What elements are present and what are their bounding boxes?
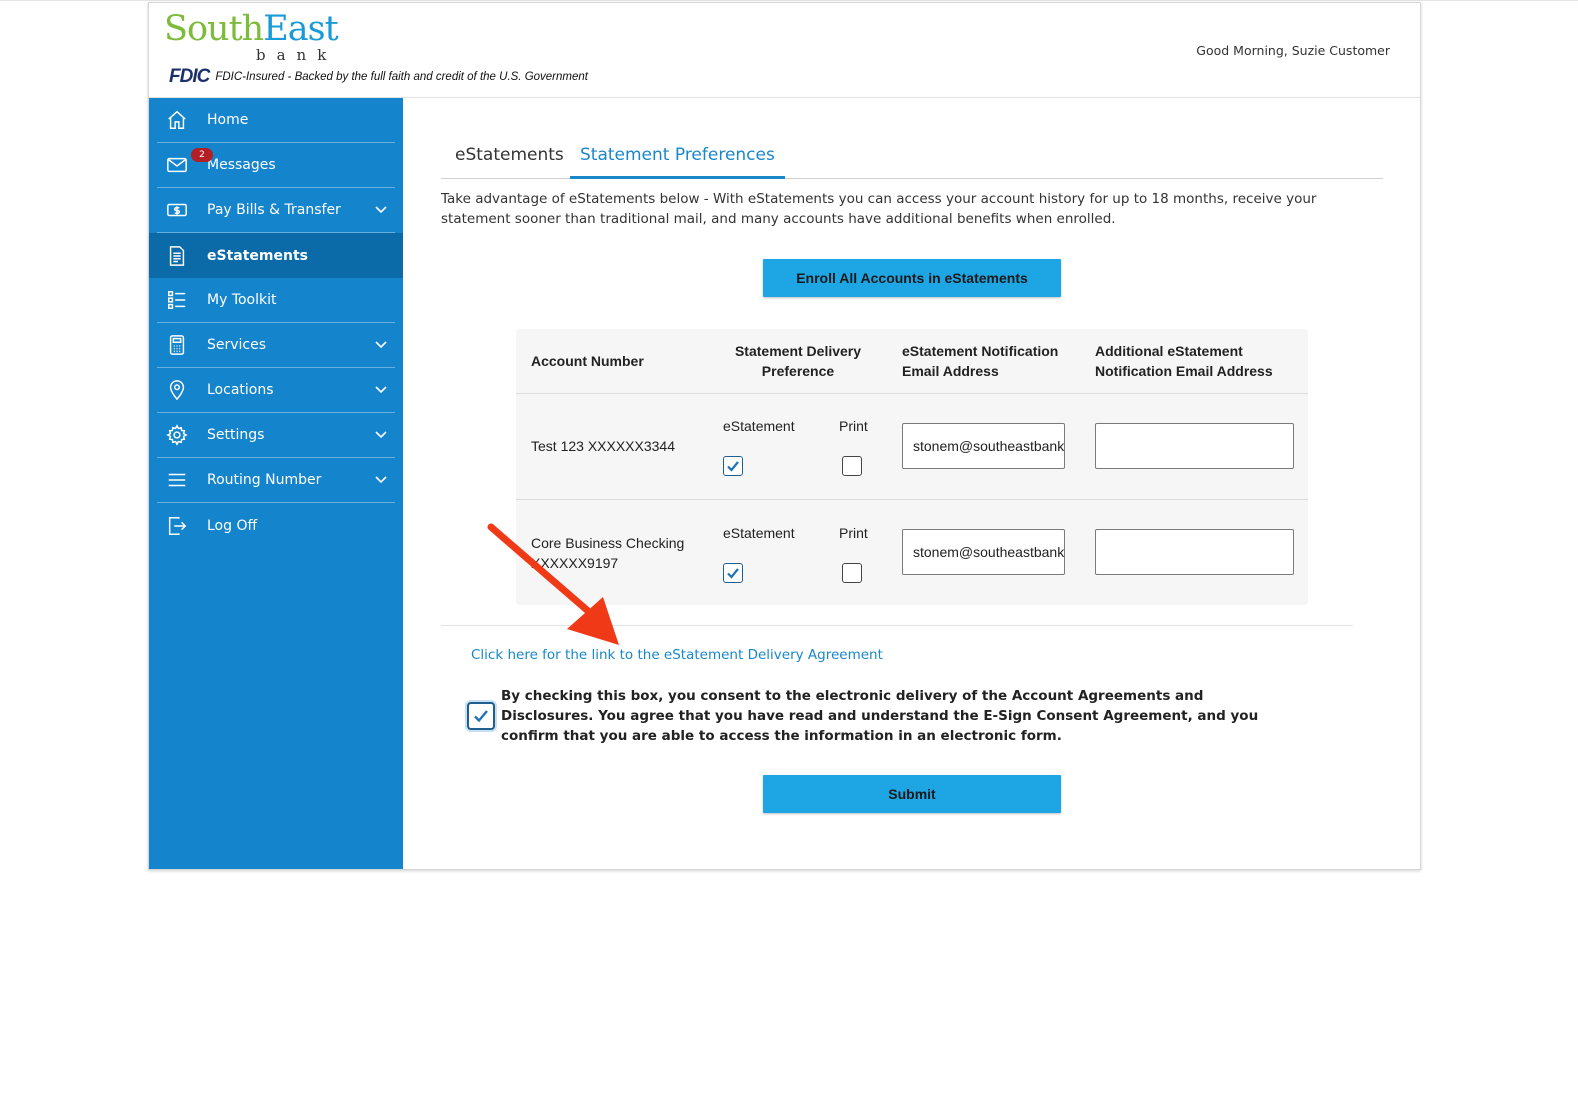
sidebar-item-label: Home [207, 112, 249, 128]
estatement-checkbox[interactable] [723, 563, 743, 583]
sidebar-item-label: eStatements [207, 247, 308, 264]
estatement-label: eStatement [723, 525, 795, 541]
top-border [0, 0, 1578, 1]
chevron-down-icon[interactable] [375, 473, 389, 487]
enroll-all-button[interactable]: Enroll All Accounts in eStatements [763, 259, 1061, 297]
notification-email-input[interactable]: stonem@southeastbank.com [902, 529, 1065, 575]
row-separator [516, 499, 1308, 500]
money-icon [165, 198, 189, 222]
account-number: Test 123 XXXXXX3344 [531, 438, 675, 454]
header-account-number: Account Number [531, 353, 644, 369]
fdic-logo: FDIC [169, 66, 210, 87]
calculator-icon [165, 333, 189, 357]
logout-icon [165, 514, 189, 538]
messages-badge: 2 [191, 148, 213, 162]
checkmark-icon [474, 710, 488, 723]
logo-bank: bank [256, 46, 338, 64]
header-additional-email: Additional eStatement Notification Email… [1095, 343, 1273, 379]
sidebar-item-locations[interactable]: Locations [157, 368, 395, 413]
additional-email-input[interactable] [1095, 423, 1294, 469]
sidebar-item-label: Pay Bills & Transfer [207, 202, 341, 218]
app-frame: SouthEast bank FDIC FDIC-Insured - Backe… [148, 2, 1421, 870]
submit-button[interactable]: Submit [763, 775, 1061, 813]
print-label: Print [839, 525, 868, 541]
sidebar-item-log-off[interactable]: Log Off [157, 503, 395, 548]
greeting: Good Morning, Suzie Customer [1196, 43, 1390, 58]
logo-east: East [263, 9, 338, 49]
annotation-arrow-icon [487, 523, 619, 645]
sidebar-item-messages[interactable]: 2 Messages [157, 143, 395, 188]
sidebar-item-label: My Toolkit [207, 292, 277, 308]
checkmark-icon [727, 461, 739, 472]
sidebar-item-estatements[interactable]: eStatements [149, 233, 403, 278]
consent-checkbox[interactable] [467, 702, 495, 730]
envelope-icon [165, 153, 189, 177]
home-icon [165, 108, 189, 132]
logo-south: South [164, 9, 264, 49]
tab-statement-preferences[interactable]: Statement Preferences [570, 143, 785, 179]
sidebar-item-settings[interactable]: Settings [157, 413, 395, 458]
header-notification-email: eStatement Notification Email Address [902, 343, 1059, 379]
sidebar-item-my-toolkit[interactable]: My Toolkit [157, 278, 395, 323]
sidebar-item-pay-bills[interactable]: Pay Bills & Transfer [157, 188, 395, 233]
sidebar-item-label: Log Off [207, 517, 258, 534]
additional-email-input[interactable] [1095, 529, 1294, 575]
chevron-down-icon[interactable] [375, 203, 389, 217]
print-checkbox[interactable] [842, 563, 862, 583]
header: SouthEast bank FDIC FDIC-Insured - Backe… [149, 3, 1420, 98]
sidebar-item-home[interactable]: Home [157, 98, 395, 143]
tab-bar: eStatements Statement Preferences [441, 143, 1383, 179]
sidebar-item-routing-number[interactable]: Routing Number [157, 458, 395, 503]
chevron-down-icon[interactable] [375, 383, 389, 397]
gear-icon [165, 423, 189, 447]
estatement-label: eStatement [723, 418, 795, 434]
bank-logo[interactable]: SouthEast bank [164, 9, 339, 64]
fdic-text: FDIC-Insured - Backed by the full faith … [215, 71, 588, 83]
header-delivery-preference: Statement Delivery Preference [734, 343, 862, 379]
sidebar-item-label: Messages [207, 157, 276, 173]
chevron-down-icon[interactable] [375, 338, 389, 352]
intro-text: Take advantage of eStatements below - Wi… [441, 191, 1317, 227]
print-checkbox[interactable] [842, 456, 862, 476]
checklist-icon [165, 288, 189, 312]
checkmark-icon [727, 568, 739, 579]
sidebar: Home 2 Messages Pay Bills & Transfer eSt… [149, 98, 403, 869]
print-label: Print [839, 418, 868, 434]
sidebar-item-label: Routing Number [207, 472, 322, 488]
chevron-down-icon[interactable] [375, 428, 389, 442]
map-pin-icon [165, 378, 189, 402]
consent-text: By checking this box, you consent to the… [501, 688, 1259, 744]
sidebar-item-services[interactable]: Services [157, 323, 395, 368]
row-separator [516, 393, 1308, 394]
sidebar-item-label: Services [207, 337, 267, 353]
sidebar-item-label: Settings [207, 427, 265, 443]
notification-email-input[interactable]: stonem@southeastbank.com [902, 423, 1065, 469]
document-icon [165, 244, 189, 268]
menu-lines-icon [165, 468, 189, 492]
sidebar-item-label: Locations [207, 382, 274, 398]
tab-estatements[interactable]: eStatements [445, 143, 574, 179]
fdic-notice: FDIC FDIC-Insured - Backed by the full f… [169, 66, 588, 88]
estatement-checkbox[interactable] [723, 456, 743, 476]
